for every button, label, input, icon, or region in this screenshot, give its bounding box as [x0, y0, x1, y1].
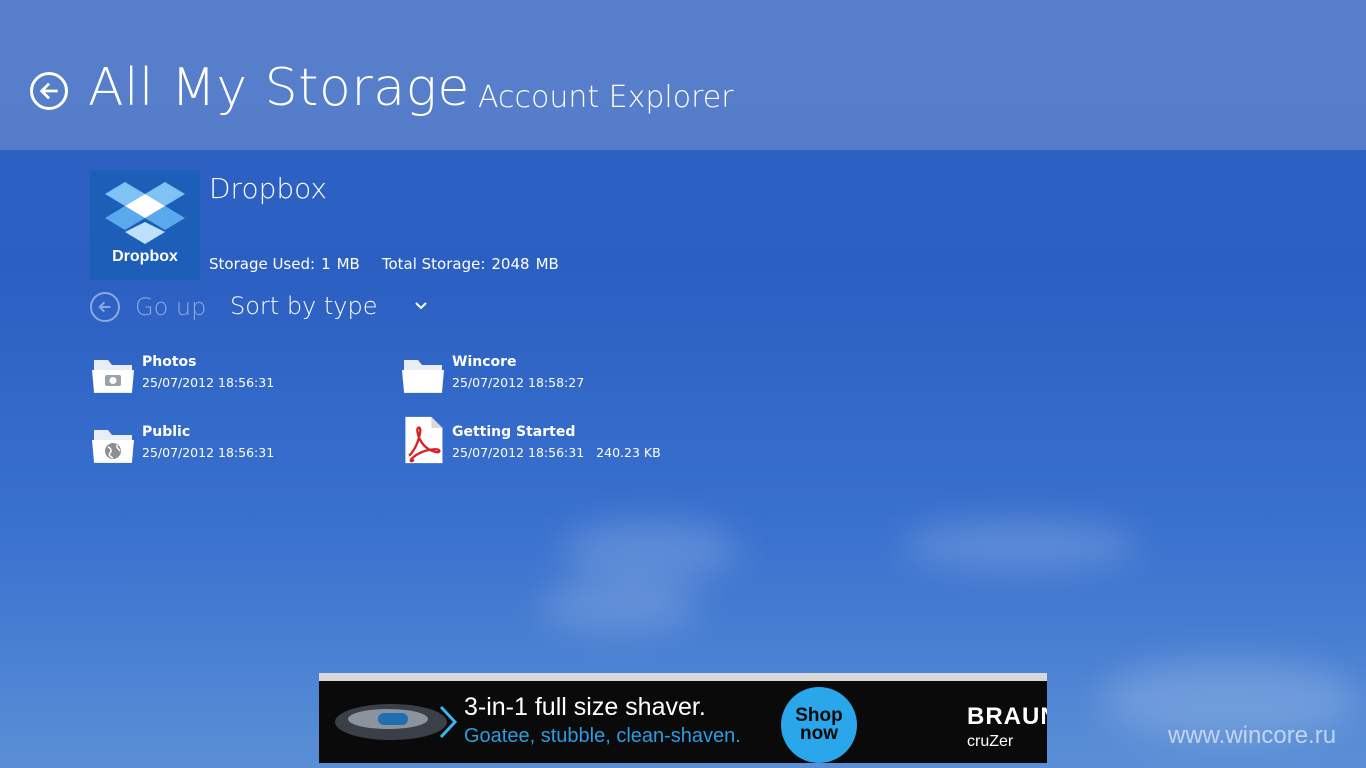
file-name: Getting Started	[452, 424, 576, 440]
storage-used-unit: MB	[336, 255, 360, 273]
watermark: www.wincore.ru	[1168, 722, 1337, 749]
dropbox-box-icon	[105, 182, 185, 244]
folder-camera-icon	[92, 360, 134, 393]
total-storage-unit: MB	[535, 255, 559, 273]
arrow-left-icon	[39, 82, 58, 100]
service-name: Dropbox	[209, 172, 327, 205]
ad-model: cruZer	[967, 733, 1014, 750]
file-item-photos[interactable]: Photos 25/07/2012 18:56:31	[90, 352, 380, 408]
pdf-file-icon	[405, 416, 443, 464]
sort-dropdown[interactable]: Sort by type	[230, 292, 428, 320]
storage-used-label: Storage Used:	[209, 255, 316, 273]
header-bar: All My Storage Account Explorer	[0, 0, 1366, 150]
advertisement-banner[interactable]: Advertisement 3-in-1 full size shaver. G…	[319, 673, 1047, 763]
ad-tagline: Goatee, stubble, clean-shaven.	[464, 725, 741, 747]
ad-tag: Advertisement	[998, 673, 1043, 680]
file-item-public[interactable]: Public 25/07/2012 18:56:31	[90, 422, 380, 478]
dropbox-logo-text: Dropbox	[112, 248, 178, 265]
dropbox-logo: Dropbox	[90, 170, 200, 280]
file-name: Photos	[142, 354, 197, 370]
file-name: Wincore	[452, 354, 517, 370]
background-cloud	[900, 520, 1140, 570]
total-storage-label: Total Storage:	[381, 255, 486, 273]
page-title: All My Storage	[88, 58, 470, 118]
file-meta: 25/07/2012 18:56:31 240.23 KB	[452, 445, 661, 460]
page-subtitle: Account Explorer	[478, 80, 734, 115]
total-storage-value: 2048	[491, 255, 530, 273]
background-cloud	[540, 580, 700, 630]
arrow-left-circle-icon	[90, 292, 120, 322]
folder-globe-icon	[92, 430, 134, 463]
back-button[interactable]	[30, 72, 68, 110]
ad-headline: 3-in-1 full size shaver.	[464, 693, 706, 721]
storage-info: Storage Used: 1 MB Total Storage: 2048 MB	[209, 255, 565, 273]
background-cloud	[560, 520, 740, 580]
shaver-product-image	[335, 704, 458, 740]
go-up-button[interactable]: Go up	[90, 292, 206, 322]
go-up-label: Go up	[135, 293, 207, 321]
folder-icon	[402, 360, 444, 393]
sort-label: Sort by type	[230, 292, 378, 320]
file-item-getting-started[interactable]: Getting Started 25/07/2012 18:56:31 240.2…	[400, 415, 690, 471]
shop-now-line2: now	[800, 723, 838, 744]
file-date: 25/07/2012 18:56:31	[142, 375, 275, 390]
file-size: 240.23 KB	[596, 445, 661, 460]
storage-used-value: 1	[321, 255, 331, 273]
file-date: 25/07/2012 18:58:27	[452, 375, 585, 390]
file-name: Public	[142, 424, 191, 440]
shop-now-button[interactable]: Shop now	[781, 687, 857, 763]
file-date: 25/07/2012 18:56:31	[452, 445, 585, 460]
ad-brand: BRAUN	[967, 703, 1047, 730]
file-item-wincore[interactable]: Wincore 25/07/2012 18:58:27	[400, 352, 690, 408]
file-date: 25/07/2012 18:56:31	[142, 445, 275, 460]
chevron-down-icon	[414, 302, 427, 310]
